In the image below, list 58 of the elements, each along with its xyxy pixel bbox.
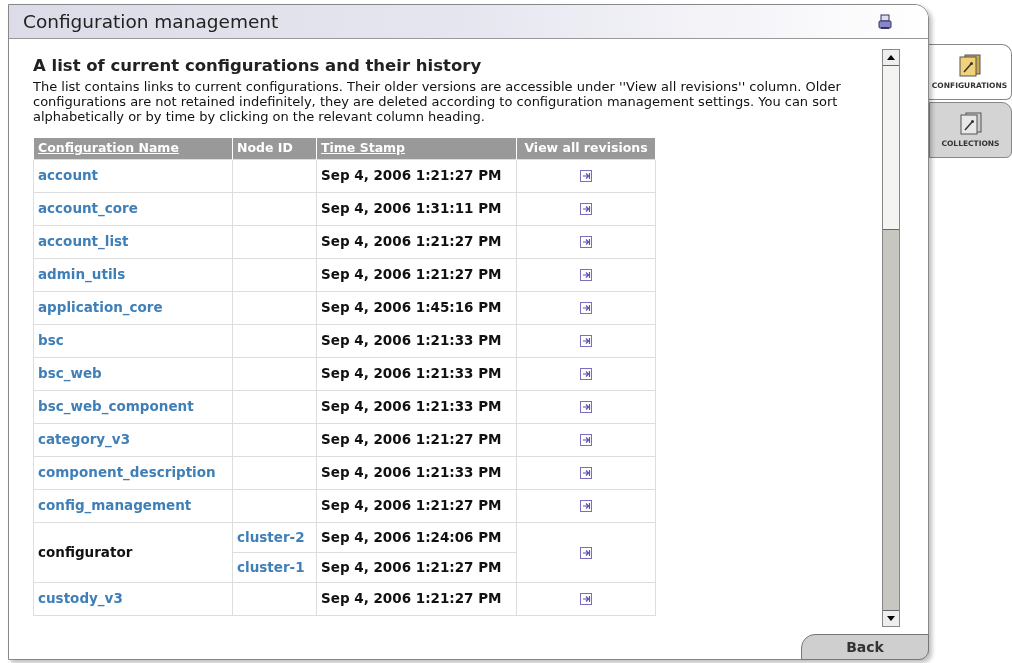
back-button[interactable]: Back — [801, 634, 929, 660]
configuration-link[interactable]: custody_v3 — [33, 582, 233, 615]
configuration-link[interactable]: admin_utils — [33, 258, 233, 291]
configuration-link[interactable]: bsc_web_component — [33, 390, 233, 423]
arrow-into-box-icon[interactable] — [580, 368, 592, 381]
arrow-into-box-icon[interactable] — [580, 170, 592, 183]
arrow-into-box-icon[interactable] — [580, 434, 592, 447]
time-stamp-cell: Sep 4, 2006 1:21:27 PM — [316, 225, 517, 258]
arrow-into-box-icon[interactable] — [580, 335, 592, 348]
configuration-link[interactable]: account_core — [33, 192, 233, 225]
arrow-into-box-icon[interactable] — [580, 203, 592, 216]
time-stamp-cell: Sep 4, 2006 1:21:27 PM — [316, 582, 517, 615]
column-header: View all revisions — [516, 138, 656, 159]
time-stamp-cell: Sep 4, 2006 1:21:27 PM — [316, 159, 517, 192]
time-stamp-cell: Sep 4, 2006 1:21:27 PM — [316, 423, 517, 456]
time-stamp-cell: Sep 4, 2006 1:21:27 PM — [316, 258, 517, 291]
configuration-link[interactable]: bsc — [33, 324, 233, 357]
arrow-into-box-icon[interactable] — [580, 269, 592, 282]
arrow-into-box-icon[interactable] — [580, 467, 592, 480]
configuration-link[interactable]: application_core — [33, 291, 233, 324]
arrow-into-box-icon[interactable] — [580, 302, 592, 315]
description-text: The list contains links to current configurations. Their older versions are accessible under ''View all revisions'' column. Older configurations are not retained indefinitely, they are deleted according to configuration management settings. You can sort alphabetically or by time by clicking on the relevant column heading. — [33, 79, 842, 124]
time-stamp-cell: Sep 4, 2006 1:24:06 PM — [316, 522, 517, 552]
scroll-thumb[interactable] — [883, 66, 899, 230]
time-stamp-cell: Sep 4, 2006 1:45:16 PM — [316, 291, 517, 324]
scroll-down-button[interactable] — [883, 610, 899, 626]
arrow-into-box-icon[interactable] — [580, 546, 592, 559]
scroll-up-button[interactable] — [883, 50, 899, 66]
configuration-link[interactable]: category_v3 — [33, 423, 233, 456]
section-heading: A list of current configurations and their history — [33, 56, 483, 76]
window-title: Configuration management — [23, 9, 279, 34]
configuration-link[interactable]: account_list — [33, 225, 233, 258]
node-id-link[interactable]: cluster-2 — [232, 522, 317, 552]
configuration-link[interactable]: bsc_web — [33, 357, 233, 390]
folder-with-wand-icon — [956, 52, 983, 77]
time-stamp-cell: Sep 4, 2006 1:21:33 PM — [316, 456, 517, 489]
scrollbar[interactable] — [882, 49, 900, 627]
configuration-link[interactable]: component_description — [33, 456, 233, 489]
arrow-into-box-icon[interactable] — [580, 401, 592, 414]
arrow-into-box-icon[interactable] — [580, 593, 592, 606]
printer-icon[interactable] — [878, 13, 892, 30]
arrow-into-box-icon[interactable] — [580, 236, 592, 249]
time-stamp-cell: Sep 4, 2006 1:31:11 PM — [316, 192, 517, 225]
up-arrow-icon — [887, 55, 895, 60]
configuration-name: configurator — [33, 522, 233, 582]
column-header[interactable]: Time Stamp — [316, 138, 517, 159]
time-stamp-cell: Sep 4, 2006 1:21:33 PM — [316, 324, 517, 357]
time-stamp-cell: Sep 4, 2006 1:21:33 PM — [316, 357, 517, 390]
arrow-into-box-icon[interactable] — [580, 500, 592, 513]
configuration-link[interactable]: account — [33, 159, 233, 192]
time-stamp-cell: Sep 4, 2006 1:21:27 PM — [316, 489, 517, 522]
down-arrow-icon — [887, 616, 895, 621]
node-id-link[interactable]: cluster-1 — [232, 552, 317, 582]
column-header[interactable]: Configuration Name — [33, 138, 233, 159]
configuration-link[interactable]: config_management — [33, 489, 233, 522]
column-header: Node ID — [232, 138, 317, 159]
folder-with-wand-icon — [957, 110, 984, 135]
time-stamp-cell: Sep 4, 2006 1:21:33 PM — [316, 390, 517, 423]
